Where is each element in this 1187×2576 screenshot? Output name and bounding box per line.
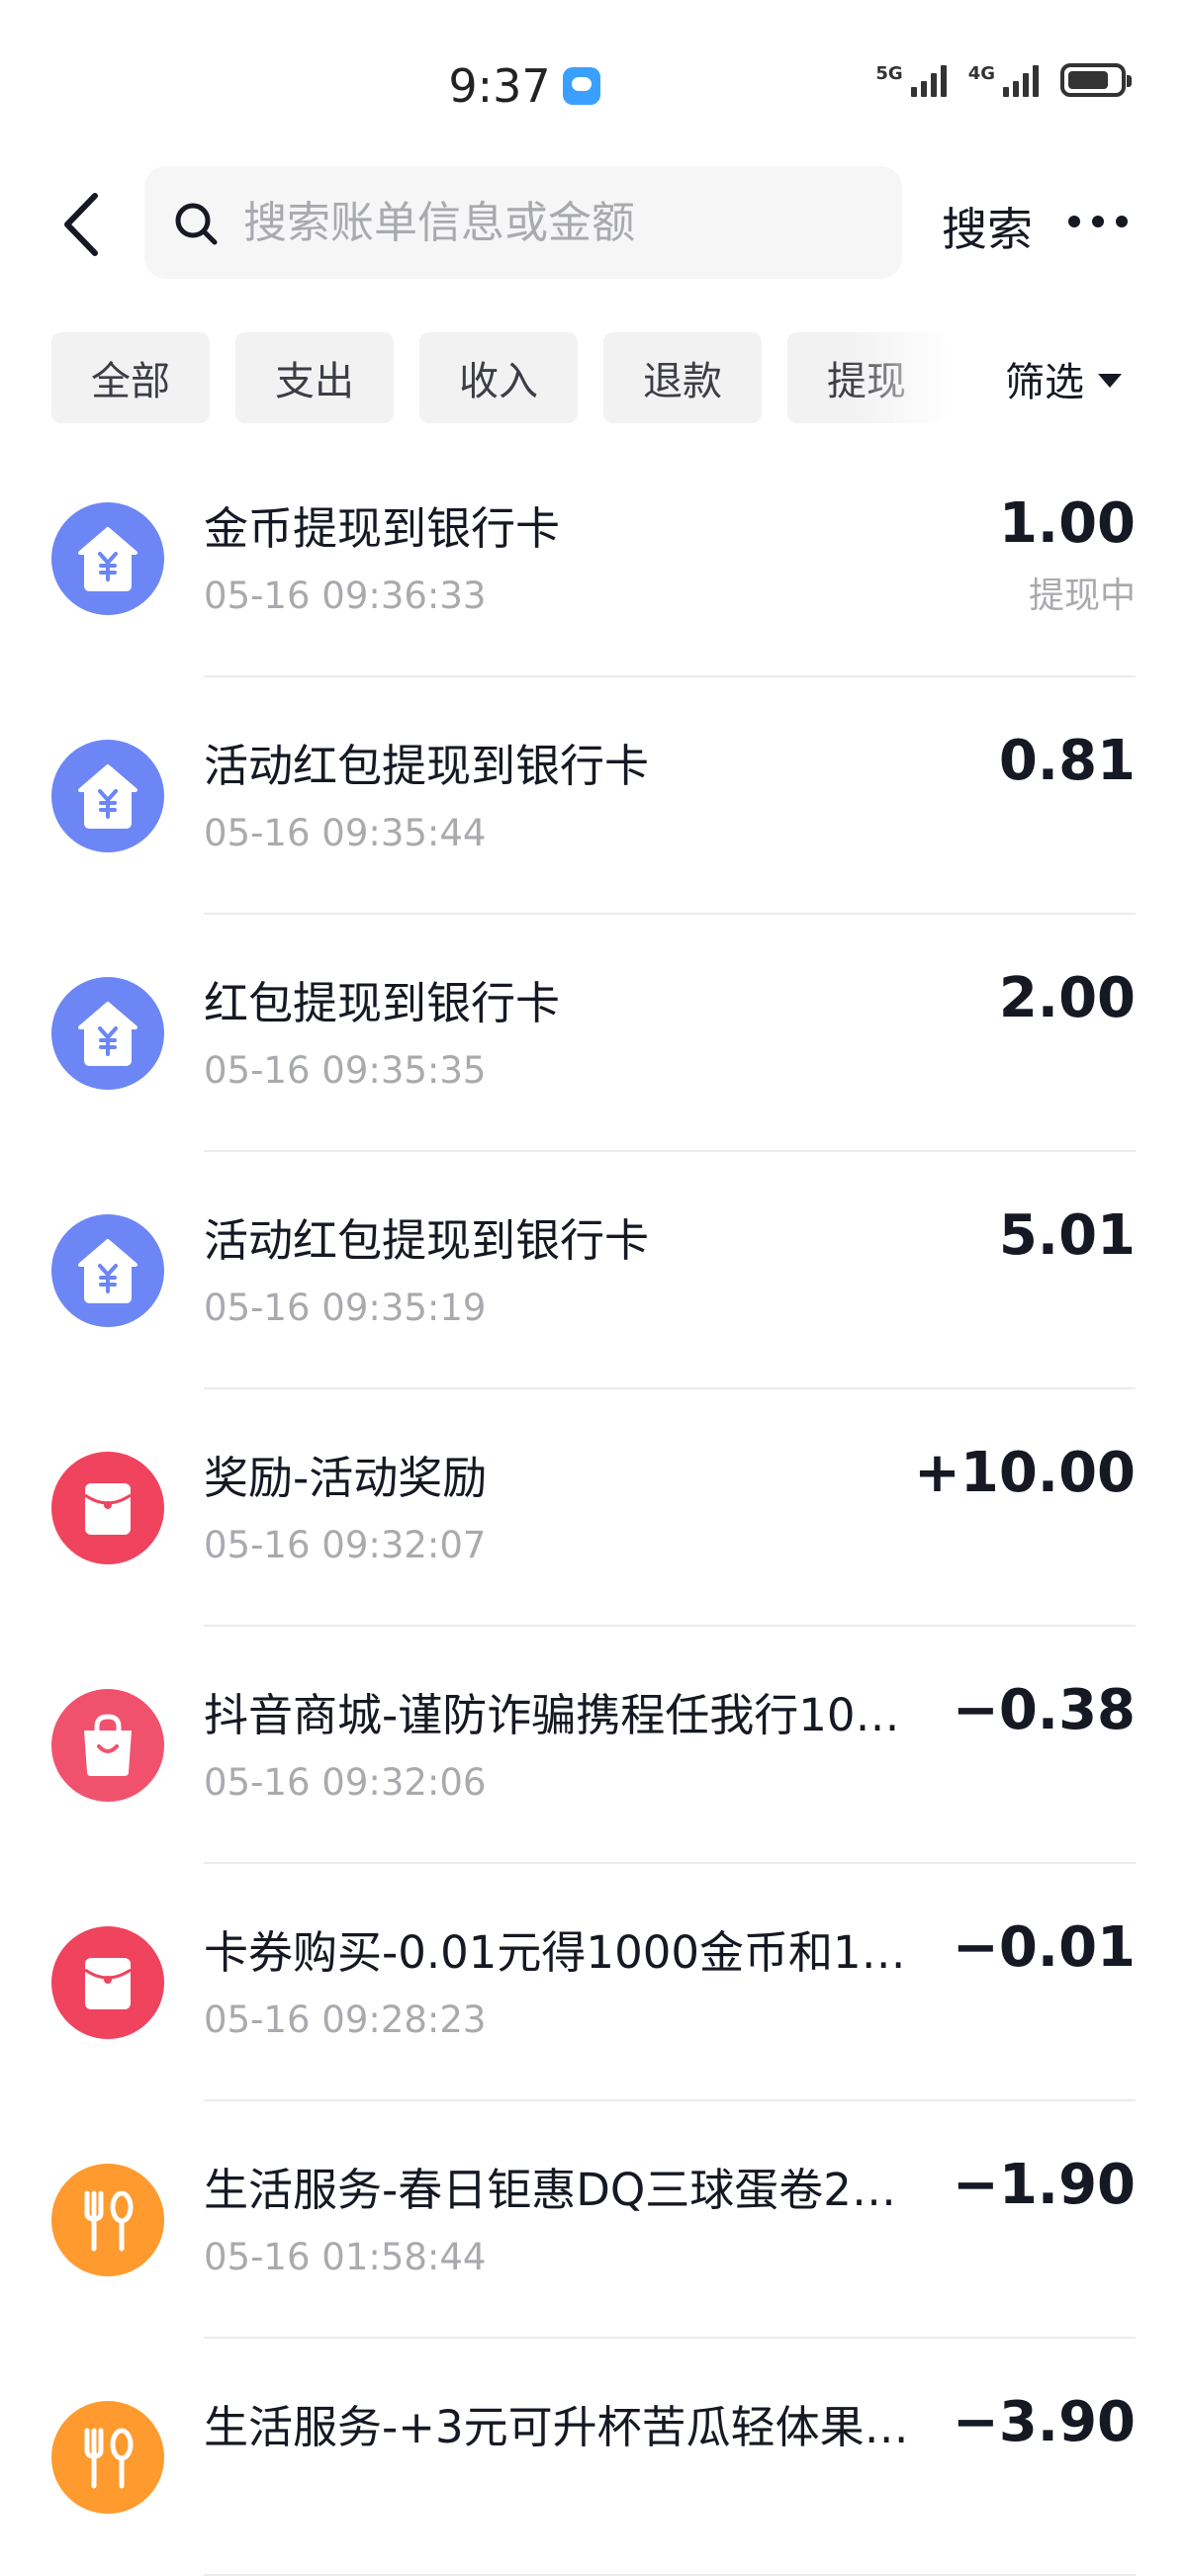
transaction-amount: 0.81 [998,729,1136,793]
message-notification-icon [562,67,600,105]
triangle-down-icon [1098,374,1122,388]
filter-row: 全部 支出 收入 退款 提现 筛选 [0,332,1187,423]
search-icon [175,203,218,245]
transaction-title: 红包提现到银行卡 [204,977,561,1029]
back-button[interactable] [55,190,115,259]
transaction-time: 05-16 09:35:44 [204,812,487,854]
signal-5g-icon: 5G [875,65,947,97]
transaction-amount: −3.90 [952,2390,1136,2454]
tab-all[interactable]: 全部 [51,332,210,423]
transaction-title: 抖音商城-谨防诈骗携程任我行10… [204,1689,900,1741]
tab-expense[interactable]: 支出 [235,332,394,423]
header: 搜索 [0,166,1187,281]
transaction-time: 05-16 09:32:07 [204,1524,487,1566]
red-envelope-icon [51,1452,164,1564]
transaction-time: 05-16 01:58:44 [204,2236,487,2278]
transaction-amount: 1.00 [998,491,1136,556]
transaction-amount: −1.90 [952,2153,1136,2217]
transaction-amount: −0.01 [952,1915,1136,1980]
transaction-title: 生活服务-+3元可升杯苦瓜轻体果… [204,2401,909,2453]
transaction-amount: +10.00 [913,1441,1136,1505]
fork-spoon-icon [51,2164,164,2276]
transaction-time: 05-16 09:35:19 [204,1287,487,1329]
transaction-title: 生活服务-春日钜惠DQ三球蛋卷2… [204,2164,896,2216]
bank-withdraw-icon [51,740,164,852]
transaction-time: 05-16 09:28:23 [204,1999,487,2041]
fork-spoon-icon [51,2401,164,2514]
signal-4g-icon: 4G [968,65,1039,97]
search-button[interactable]: 搜索 [942,194,1033,259]
transaction-row[interactable]: 奖励-活动奖励 05-16 09:32:07 +10.00 [0,1389,1187,1627]
transaction-row[interactable]: 抖音商城-谨防诈骗携程任我行10… 05-16 09:32:06 −0.38 [0,1627,1187,1864]
tab-withdraw[interactable]: 提现 [787,332,946,423]
search-box[interactable] [144,166,902,279]
transaction-title: 活动红包提现到银行卡 [204,1214,650,1267]
transaction-title: 金币提现到银行卡 [204,502,561,555]
bank-withdraw-icon [51,977,164,1090]
red-envelope-icon [51,1926,164,2039]
status-time: 9:37 [448,59,551,113]
transaction-time: 05-16 09:32:06 [204,1761,487,1804]
transaction-list: 金币提现到银行卡 05-16 09:36:33 1.00 提现中 活动红包提现到银行卡… [0,440,1187,2576]
tab-income[interactable]: 收入 [419,332,578,423]
shopping-bag-icon [51,1689,164,1802]
transaction-row[interactable]: 活动红包提现到银行卡 05-16 09:35:44 0.81 [0,677,1187,915]
more-options-icon[interactable] [1068,216,1128,227]
battery-icon [1060,63,1132,97]
bank-withdraw-icon [51,502,164,615]
transaction-amount: −0.38 [952,1678,1136,1742]
transaction-title: 奖励-活动奖励 [204,1452,488,1504]
transaction-row[interactable]: 金币提现到银行卡 05-16 09:36:33 1.00 提现中 [0,440,1187,677]
transaction-title: 卡券购买-0.01元得1000金币和1… [204,1926,906,1979]
chevron-left-icon [64,193,98,256]
transaction-time: 05-16 09:36:33 [204,575,487,617]
transaction-time: 05-16 09:35:35 [204,1049,487,1092]
transaction-status: 提现中 [1028,576,1136,616]
transaction-row[interactable]: 生活服务-春日钜惠DQ三球蛋卷2… 05-16 01:58:44 −1.90 [0,2101,1187,2339]
search-input[interactable] [243,166,876,279]
transaction-row[interactable]: 卡券购买-0.01元得1000金币和1… 05-16 09:28:23 −0.01 [0,1864,1187,2101]
transaction-row[interactable]: 生活服务-+3元可升杯苦瓜轻体果… −3.90 [0,2339,1187,2576]
transaction-row[interactable]: 活动红包提现到银行卡 05-16 09:35:19 5.01 [0,1152,1187,1389]
filter-label: 筛选 [1005,360,1084,405]
transaction-row[interactable]: 红包提现到银行卡 05-16 09:35:35 2.00 [0,915,1187,1152]
filter-tabs: 全部 支出 收入 退款 提现 [51,332,954,423]
filter-button[interactable]: 筛选 [1005,350,1122,407]
transaction-amount: 5.01 [998,1203,1136,1268]
status-bar: 9:37 5G 4G [0,0,1187,148]
bank-withdraw-icon [51,1214,164,1327]
transaction-title: 活动红包提现到银行卡 [204,740,650,792]
transaction-amount: 2.00 [998,966,1136,1030]
tab-refund[interactable]: 退款 [603,332,762,423]
